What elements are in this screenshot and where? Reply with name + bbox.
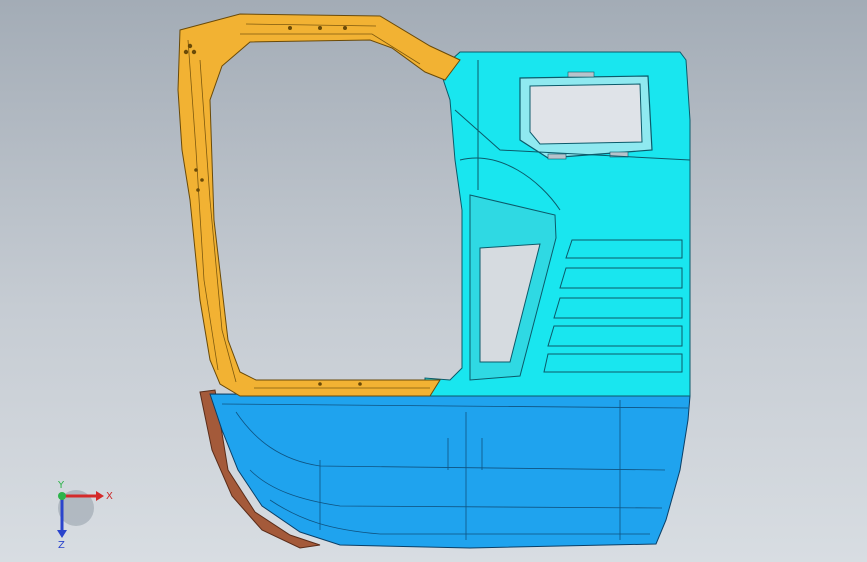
x-axis-arrow-icon <box>96 491 104 501</box>
x-axis-label: X <box>106 491 113 502</box>
panel-window-clip-top <box>567 71 595 78</box>
door-frame-reinforcement[interactable] <box>177 13 461 397</box>
cad-viewport[interactable] <box>0 0 867 562</box>
y-axis-label: Y <box>57 480 65 491</box>
door-lower-skin[interactable] <box>209 393 691 549</box>
y-axis-dot <box>58 492 66 500</box>
panel-window-glass <box>529 83 643 145</box>
panel-window-clip-left <box>547 153 567 160</box>
z-axis-arrow-icon <box>57 530 67 538</box>
z-axis-label: Z <box>58 540 65 548</box>
reference-triad[interactable]: X Y Z <box>40 478 120 548</box>
